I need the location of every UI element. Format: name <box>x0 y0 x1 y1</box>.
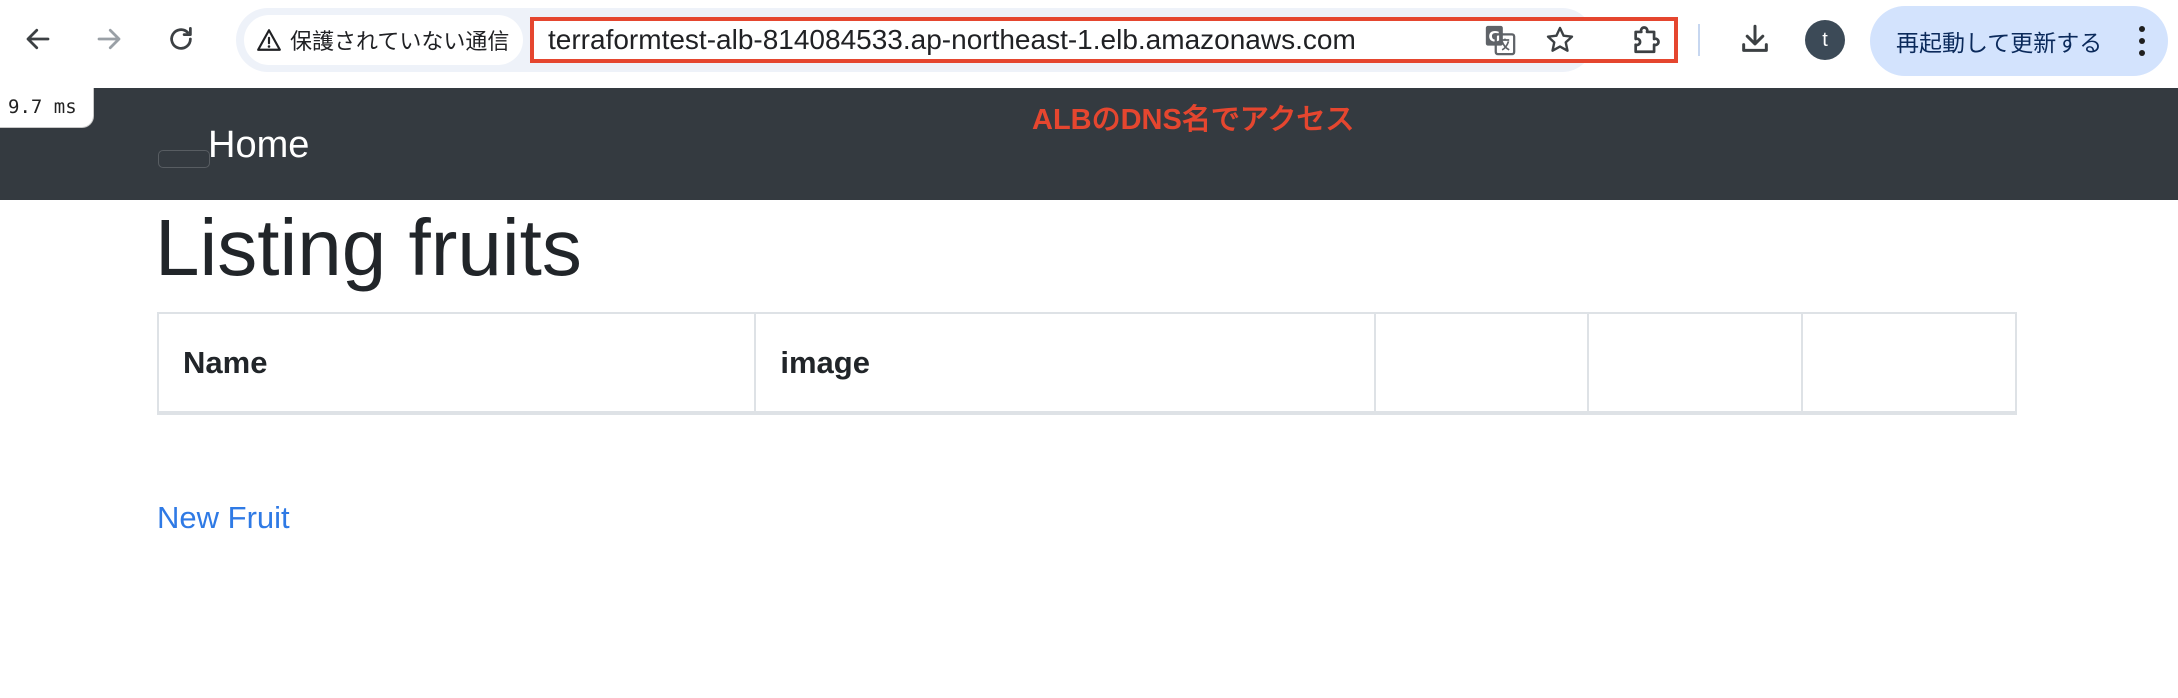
extensions-button[interactable] <box>1626 18 1668 60</box>
table-header-row: Name image <box>156 312 2017 415</box>
timing-badge: 9.7 ms <box>0 88 94 128</box>
arrow-right-icon <box>97 28 121 50</box>
column-header-action-1 <box>1373 312 1590 415</box>
translate-icon: G <box>1485 25 1516 56</box>
security-indicator-chip[interactable]: 保護されていない通信 <box>244 15 524 65</box>
navbar-home-link[interactable]: Home <box>208 124 309 167</box>
svg-text:G: G <box>1489 29 1501 45</box>
warning-triangle-icon <box>257 29 281 51</box>
kebab-menu-icon[interactable] <box>2138 26 2146 56</box>
address-bar[interactable]: 保護されていない通信 terraformtest-alb-814084533.a… <box>236 8 1678 72</box>
fruits-table: Name image <box>156 312 2017 415</box>
url-value: terraformtest-alb-814084533.ap-northeast… <box>548 24 1356 55</box>
bookmark-button[interactable] <box>1542 22 1578 58</box>
column-header-action-2 <box>1587 312 1804 415</box>
new-fruit-link[interactable]: New Fruit <box>157 500 290 536</box>
reload-icon <box>170 27 192 50</box>
back-button[interactable] <box>19 20 57 58</box>
star-icon <box>1546 26 1574 52</box>
downloads-button[interactable] <box>1734 18 1776 60</box>
toolbar-separator <box>1698 24 1700 56</box>
profile-initial: t <box>1822 28 1828 51</box>
page-title: Listing fruits <box>155 203 582 292</box>
browser-toolbar: 保護されていない通信 terraformtest-alb-814084533.a… <box>0 0 2178 88</box>
arrow-left-icon <box>26 28 50 50</box>
column-header-action-3 <box>1801 312 2017 415</box>
restart-to-update-button[interactable]: 再起動して更新する <box>1870 6 2168 76</box>
column-header-image: image <box>754 312 1376 415</box>
download-icon <box>1742 24 1768 52</box>
translate-button[interactable]: G <box>1482 22 1518 58</box>
puzzle-icon <box>1634 26 1660 54</box>
site-navbar: Home ALBのDNS名でアクセス <box>0 88 2178 200</box>
security-label: 保護されていない通信 <box>290 29 510 54</box>
column-header-name: Name <box>156 312 757 415</box>
navbar-toggler-button[interactable] <box>158 150 210 168</box>
forward-button[interactable] <box>90 20 128 58</box>
profile-avatar[interactable]: t <box>1805 20 1845 60</box>
red-annotation-text: ALBのDNS名でアクセス <box>1032 104 1355 136</box>
reload-button[interactable] <box>162 20 200 58</box>
update-button-label: 再起動して更新する <box>1896 30 2103 56</box>
